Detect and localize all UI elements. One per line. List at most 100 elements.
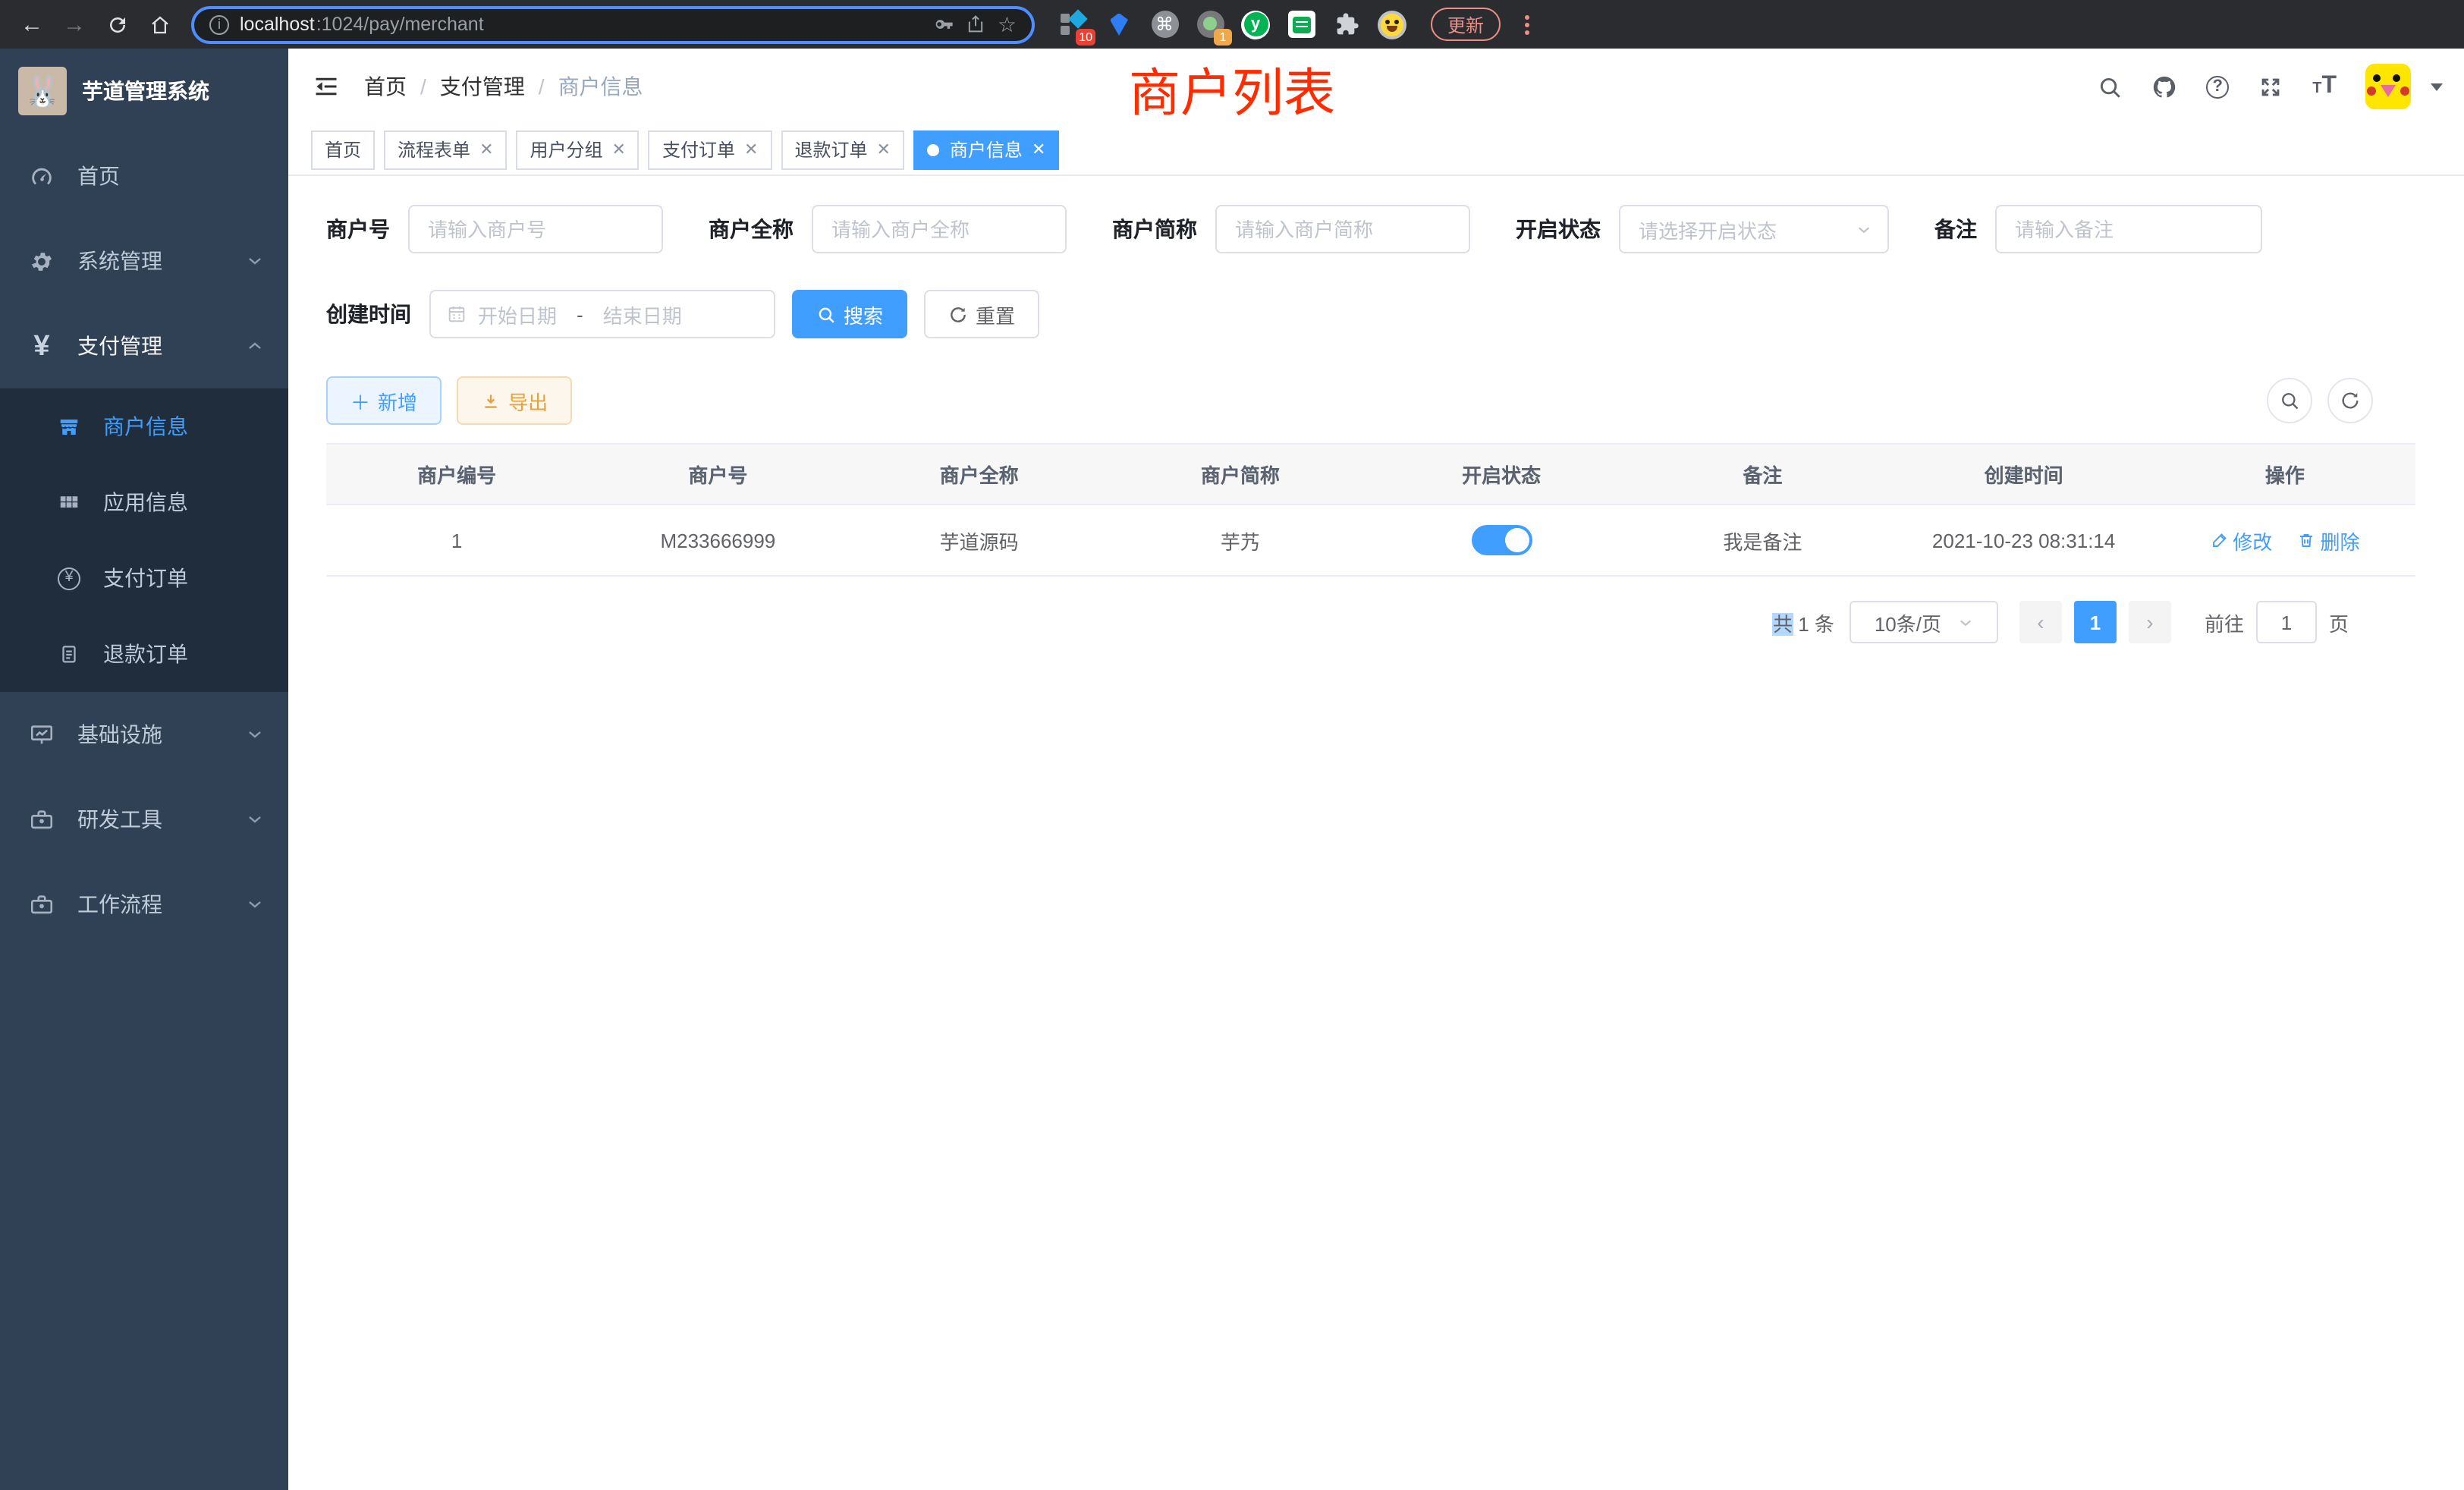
sidebar-item-refund-order[interactable]: 退款订单	[0, 616, 288, 692]
chevron-down-icon	[246, 810, 264, 828]
sidebar-item-label: 支付管理	[77, 331, 162, 361]
sidebar-item-home[interactable]: 首页	[0, 134, 288, 218]
app-logo-row[interactable]: 🐰 芋道管理系统	[0, 49, 288, 134]
monitor-icon	[29, 721, 55, 747]
merchant-short-input[interactable]	[1215, 205, 1470, 253]
sidebar-item-label: 退款订单	[103, 639, 188, 669]
sidebar-item-merchant-info[interactable]: 商户信息	[0, 388, 288, 464]
remark-input[interactable]	[1995, 205, 2262, 253]
yen-circle-icon: ¥	[58, 567, 80, 589]
tab-home[interactable]: 首页	[311, 130, 375, 169]
search-button[interactable]: 搜索	[792, 290, 907, 338]
tab-merchant-info[interactable]: 商户信息✕	[913, 130, 1059, 169]
date-start-placeholder[interactable]: 开始日期	[478, 300, 557, 328]
tab-process-form[interactable]: 流程表单✕	[384, 130, 507, 169]
address-bar[interactable]: i localhost :1024/pay/merchant ☆	[191, 5, 1035, 43]
sidebar-item-app-info[interactable]: 应用信息	[0, 464, 288, 540]
chevron-down-icon	[1856, 221, 1872, 237]
close-icon[interactable]: ✕	[612, 140, 626, 159]
sidebar-collapse-icon[interactable]	[288, 49, 364, 124]
sidebar-item-pay-order[interactable]: ¥ 支付订单	[0, 540, 288, 616]
yudao-extension-icon[interactable]: y	[1241, 10, 1270, 39]
tab-pay-order[interactable]: 支付订单✕	[649, 130, 772, 169]
sidebar-item-pay[interactable]: ¥ 支付管理	[0, 303, 288, 388]
page-number-1[interactable]: 1	[2074, 601, 2117, 643]
search-icon	[816, 304, 836, 324]
share-icon[interactable]	[966, 14, 987, 35]
tab-refund-order[interactable]: 退款订单✕	[781, 130, 904, 169]
merchant-no-label: 商户号	[326, 214, 390, 244]
date-end-placeholder[interactable]: 结束日期	[603, 300, 682, 328]
breadcrumb-home[interactable]: 首页	[364, 71, 407, 102]
profile-avatar-icon[interactable]	[1378, 10, 1406, 39]
toggle-search-button[interactable]	[2267, 378, 2312, 423]
col-create-time: 创建时间	[1894, 444, 2154, 505]
next-page-button[interactable]: ›	[2129, 601, 2171, 643]
close-icon[interactable]: ✕	[744, 140, 758, 159]
trash-icon	[2298, 531, 2316, 549]
status-toggle[interactable]	[1471, 525, 1532, 555]
session-extension-icon[interactable]: 1	[1196, 10, 1224, 39]
sidebar-item-label: 工作流程	[77, 889, 162, 919]
browser-menu-icon[interactable]	[1516, 14, 1537, 34]
col-short-name: 商户简称	[1110, 444, 1371, 505]
tab-manager-extension-icon[interactable]: 10	[1059, 10, 1088, 39]
close-icon[interactable]: ✕	[876, 140, 890, 159]
breadcrumb: 首页 / 支付管理 / 商户信息	[364, 71, 643, 102]
add-button[interactable]: ＋ 新增	[326, 376, 442, 425]
font-size-icon[interactable]: TT	[2312, 73, 2337, 100]
breadcrumb-pay[interactable]: 支付管理	[440, 71, 525, 102]
table-header-row: 商户编号 商户号 商户全称 商户简称 开启状态 备注 创建时间 操作	[326, 444, 2415, 505]
home-icon[interactable]	[143, 8, 176, 41]
bookmark-star-icon[interactable]: ☆	[998, 11, 1017, 37]
sidebar-item-label: 系统管理	[77, 246, 162, 276]
github-icon[interactable]	[2151, 74, 2177, 99]
col-actions: 操作	[2154, 444, 2415, 505]
cell-status	[1371, 505, 1632, 576]
password-key-icon[interactable]	[934, 14, 955, 35]
chat-extension-icon[interactable]	[1287, 10, 1315, 39]
header-search-icon[interactable]	[2097, 74, 2123, 99]
merchant-name-input[interactable]	[812, 205, 1067, 253]
site-info-icon[interactable]: i	[209, 14, 229, 34]
sidebar-item-dev-tools[interactable]: 研发工具	[0, 777, 288, 862]
user-avatar[interactable]	[2365, 64, 2411, 109]
sidebar-item-label: 首页	[77, 161, 120, 191]
back-icon[interactable]: ←	[15, 8, 49, 41]
reset-button[interactable]: 重置	[924, 290, 1039, 338]
close-icon[interactable]: ✕	[1032, 140, 1045, 159]
forward-icon[interactable]: →	[58, 8, 91, 41]
search-icon	[2279, 390, 2300, 411]
sidebar-item-label: 支付订单	[103, 563, 188, 593]
page-size-select[interactable]: 10条/页	[1850, 601, 1998, 643]
sidebar-item-system[interactable]: 系统管理	[0, 218, 288, 303]
delete-link[interactable]: 删除	[2298, 526, 2360, 555]
sidebar-item-workflow[interactable]: 工作流程	[0, 862, 288, 947]
briefcase-icon	[29, 806, 55, 832]
close-icon[interactable]: ✕	[479, 140, 493, 159]
refresh-table-button[interactable]	[2327, 378, 2373, 423]
sidebar-item-label: 研发工具	[77, 804, 162, 835]
refresh-icon	[948, 304, 968, 324]
help-icon[interactable]: ?	[2206, 75, 2229, 98]
reload-icon[interactable]	[100, 8, 134, 41]
merchant-table: 商户编号 商户号 商户全称 商户简称 开启状态 备注 创建时间 操作 1	[326, 443, 2415, 577]
tab-user-group[interactable]: 用户分组✕	[517, 130, 640, 169]
status-select[interactable]: 请选择开启状态	[1619, 205, 1889, 253]
extensions-puzzle-icon[interactable]	[1332, 10, 1361, 39]
fullscreen-icon[interactable]	[2258, 74, 2283, 99]
table-row: 1 M233666999 芋道源码 芋艿 我是备注 2021-10-23 08:…	[326, 505, 2415, 576]
goto-page-input[interactable]	[2256, 601, 2317, 643]
edit-link[interactable]: 修改	[2210, 526, 2272, 555]
command-extension-icon[interactable]: ⌘	[1150, 10, 1179, 39]
export-button[interactable]: 导出	[457, 376, 572, 425]
prev-page-button[interactable]: ‹	[2019, 601, 2062, 643]
calendar-icon	[446, 303, 467, 325]
sidebar-item-infra[interactable]: 基础设施	[0, 692, 288, 777]
chrome-update-button[interactable]: 更新	[1431, 8, 1501, 41]
merchant-no-input[interactable]	[408, 205, 663, 253]
date-range-picker[interactable]: 开始日期 - 结束日期	[429, 290, 775, 338]
avatar-caret-icon[interactable]	[2431, 83, 2443, 90]
url-path: :1024/pay/merchant	[316, 14, 484, 35]
blue-gem-extension-icon[interactable]	[1105, 10, 1133, 39]
